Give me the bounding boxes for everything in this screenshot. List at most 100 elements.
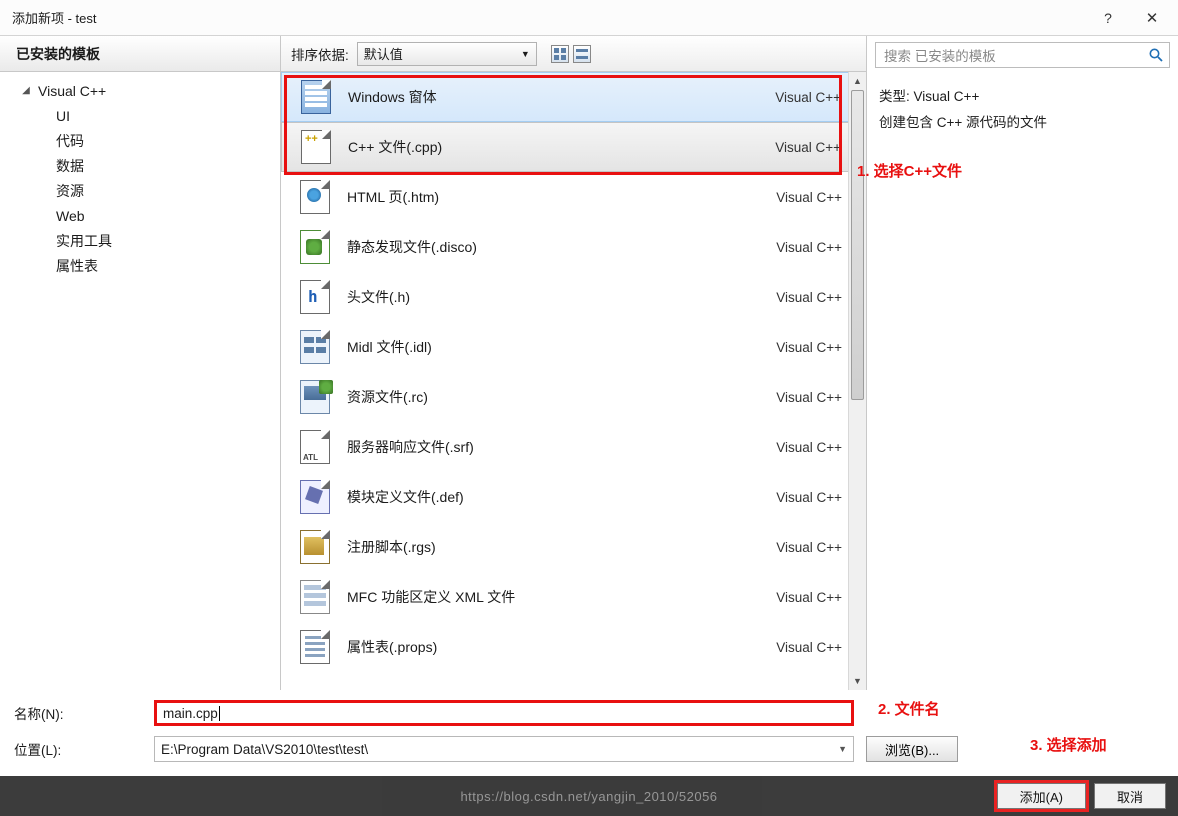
item-label: 静态发现文件(.disco) — [347, 237, 776, 257]
item-lang: Visual C++ — [776, 440, 842, 455]
name-value: main.cpp — [163, 706, 218, 721]
search-icon — [1147, 46, 1165, 64]
sort-select[interactable]: 默认值 ▼ — [357, 42, 537, 66]
location-input[interactable]: E:\Program Data\VS2010\test\test\ ▼ — [154, 736, 854, 762]
tree-item-code[interactable]: 代码 — [0, 128, 280, 153]
list-item[interactable]: HTML 页(.htm) Visual C++ — [281, 172, 866, 222]
def-file-icon — [300, 480, 330, 514]
tree-root-label: Visual C++ — [38, 83, 106, 99]
cpp-file-icon — [301, 130, 331, 164]
sort-select-value: 默认值 — [364, 44, 403, 63]
item-lang: Visual C++ — [776, 290, 842, 305]
props-file-icon — [300, 630, 330, 664]
item-label: 头文件(.h) — [347, 287, 776, 307]
header-file-icon — [300, 280, 330, 314]
annotation-1: 1. 选择C++文件 — [857, 160, 962, 181]
list-item[interactable]: C++ 文件(.cpp) Visual C++ — [281, 122, 866, 172]
window-title: 添加新项 - test — [12, 8, 1086, 27]
list-item[interactable]: 属性表(.props) Visual C++ — [281, 622, 866, 672]
tree-item-web[interactable]: Web — [0, 203, 280, 228]
description-block: 类型: Visual C++ 创建包含 C++ 源代码的文件 — [867, 74, 1178, 145]
item-lang: Visual C++ — [775, 90, 841, 105]
chevron-down-icon: ▼ — [838, 744, 847, 754]
item-lang: Visual C++ — [776, 190, 842, 205]
tree-item-utility[interactable]: 实用工具 — [0, 228, 280, 253]
search-input[interactable]: 搜索 已安装的模板 — [875, 42, 1170, 68]
rgs-file-icon — [300, 530, 330, 564]
titlebar: 添加新项 - test ? ✕ — [0, 0, 1178, 36]
scrollbar-thumb[interactable] — [851, 90, 864, 400]
scroll-up-icon[interactable]: ▲ — [849, 72, 866, 90]
mfc-file-icon — [300, 580, 330, 614]
template-list-pane: 排序依据: 默认值 ▼ Windows 窗体 Visual C++ C++ 文件… — [280, 36, 866, 690]
item-label: MFC 功能区定义 XML 文件 — [347, 587, 776, 607]
rc-file-icon — [300, 380, 330, 414]
item-label: HTML 页(.htm) — [347, 187, 776, 207]
html-file-icon — [300, 180, 330, 214]
midl-file-icon — [300, 330, 330, 364]
bottom-panel: 名称(N): main.cpp 位置(L): E:\Program Data\V… — [0, 690, 1178, 776]
type-label: 类型: — [879, 89, 910, 104]
template-tree: ◢ Visual C++ UI 代码 数据 资源 Web 实用工具 属性表 — [0, 72, 280, 690]
tree-item-ui[interactable]: UI — [0, 103, 280, 128]
name-label: 名称(N): — [14, 703, 154, 723]
text-cursor — [219, 706, 220, 721]
scroll-down-icon[interactable]: ▼ — [849, 672, 866, 690]
search-placeholder: 搜索 已安装的模板 — [884, 45, 1147, 65]
tree-root-visual-cpp[interactable]: ◢ Visual C++ — [0, 78, 280, 103]
type-value: Visual C++ — [914, 89, 980, 104]
item-label: 模块定义文件(.def) — [347, 487, 776, 507]
tree-item-resource[interactable]: 资源 — [0, 178, 280, 203]
item-label: 注册脚本(.rgs) — [347, 537, 776, 557]
list-item[interactable]: 资源文件(.rc) Visual C++ — [281, 372, 866, 422]
details-pane: 搜索 已安装的模板 类型: Visual C++ 创建包含 C++ 源代码的文件… — [866, 36, 1178, 690]
item-label: 资源文件(.rc) — [347, 387, 776, 407]
list-item[interactable]: Windows 窗体 Visual C++ — [281, 72, 866, 122]
item-label: C++ 文件(.cpp) — [348, 137, 775, 157]
srf-file-icon — [300, 430, 330, 464]
help-button[interactable]: ? — [1086, 4, 1130, 32]
item-lang: Visual C++ — [775, 140, 841, 155]
item-lang: Visual C++ — [776, 640, 842, 655]
list-item[interactable]: 头文件(.h) Visual C++ — [281, 272, 866, 322]
item-lang: Visual C++ — [776, 490, 842, 505]
item-lang: Visual C++ — [776, 340, 842, 355]
list-item[interactable]: Midl 文件(.idl) Visual C++ — [281, 322, 866, 372]
close-button[interactable]: ✕ — [1130, 4, 1174, 32]
list-item[interactable]: 模块定义文件(.def) Visual C++ — [281, 472, 866, 522]
watermark-text: https://blog.csdn.net/yangjin_2010/52056 — [0, 789, 1178, 804]
list-item[interactable]: 静态发现文件(.disco) Visual C++ — [281, 222, 866, 272]
item-lang: Visual C++ — [776, 540, 842, 555]
browse-button[interactable]: 浏览(B)... — [866, 736, 958, 762]
annotation-2: 2. 文件名 — [878, 698, 940, 719]
item-lang: Visual C++ — [776, 240, 842, 255]
windows-form-icon — [301, 80, 331, 114]
sort-label: 排序依据: — [291, 44, 349, 64]
installed-templates-header: 已安装的模板 — [0, 36, 280, 72]
item-label: Midl 文件(.idl) — [347, 337, 776, 357]
chevron-down-icon: ▼ — [521, 49, 530, 59]
sort-toolbar: 排序依据: 默认值 ▼ — [281, 36, 866, 72]
item-lang: Visual C++ — [776, 590, 842, 605]
list-item[interactable]: 注册脚本(.rgs) Visual C++ — [281, 522, 866, 572]
disco-file-icon — [300, 230, 330, 264]
description-text: 创建包含 C++ 源代码的文件 — [879, 110, 1166, 136]
location-label: 位置(L): — [14, 739, 154, 759]
view-small-icons[interactable] — [551, 45, 569, 63]
location-value: E:\Program Data\VS2010\test\test\ — [161, 742, 368, 757]
footer-bar: https://blog.csdn.net/yangjin_2010/52056… — [0, 776, 1178, 816]
left-pane: 已安装的模板 ◢ Visual C++ UI 代码 数据 资源 Web 实用工具… — [0, 36, 280, 690]
item-lang: Visual C++ — [776, 390, 842, 405]
chevron-down-icon: ◢ — [20, 85, 32, 96]
tree-item-data[interactable]: 数据 — [0, 153, 280, 178]
name-input[interactable]: main.cpp — [154, 700, 854, 726]
list-item[interactable]: MFC 功能区定义 XML 文件 Visual C++ — [281, 572, 866, 622]
tree-item-props[interactable]: 属性表 — [0, 253, 280, 278]
list-item[interactable]: 服务器响应文件(.srf) Visual C++ — [281, 422, 866, 472]
item-label: 服务器响应文件(.srf) — [347, 437, 776, 457]
annotation-3: 3. 选择添加 — [1030, 734, 1107, 755]
item-label: Windows 窗体 — [348, 87, 775, 107]
template-list: Windows 窗体 Visual C++ C++ 文件(.cpp) Visua… — [281, 72, 866, 690]
item-label: 属性表(.props) — [347, 637, 776, 657]
view-large-icons[interactable] — [573, 45, 591, 63]
